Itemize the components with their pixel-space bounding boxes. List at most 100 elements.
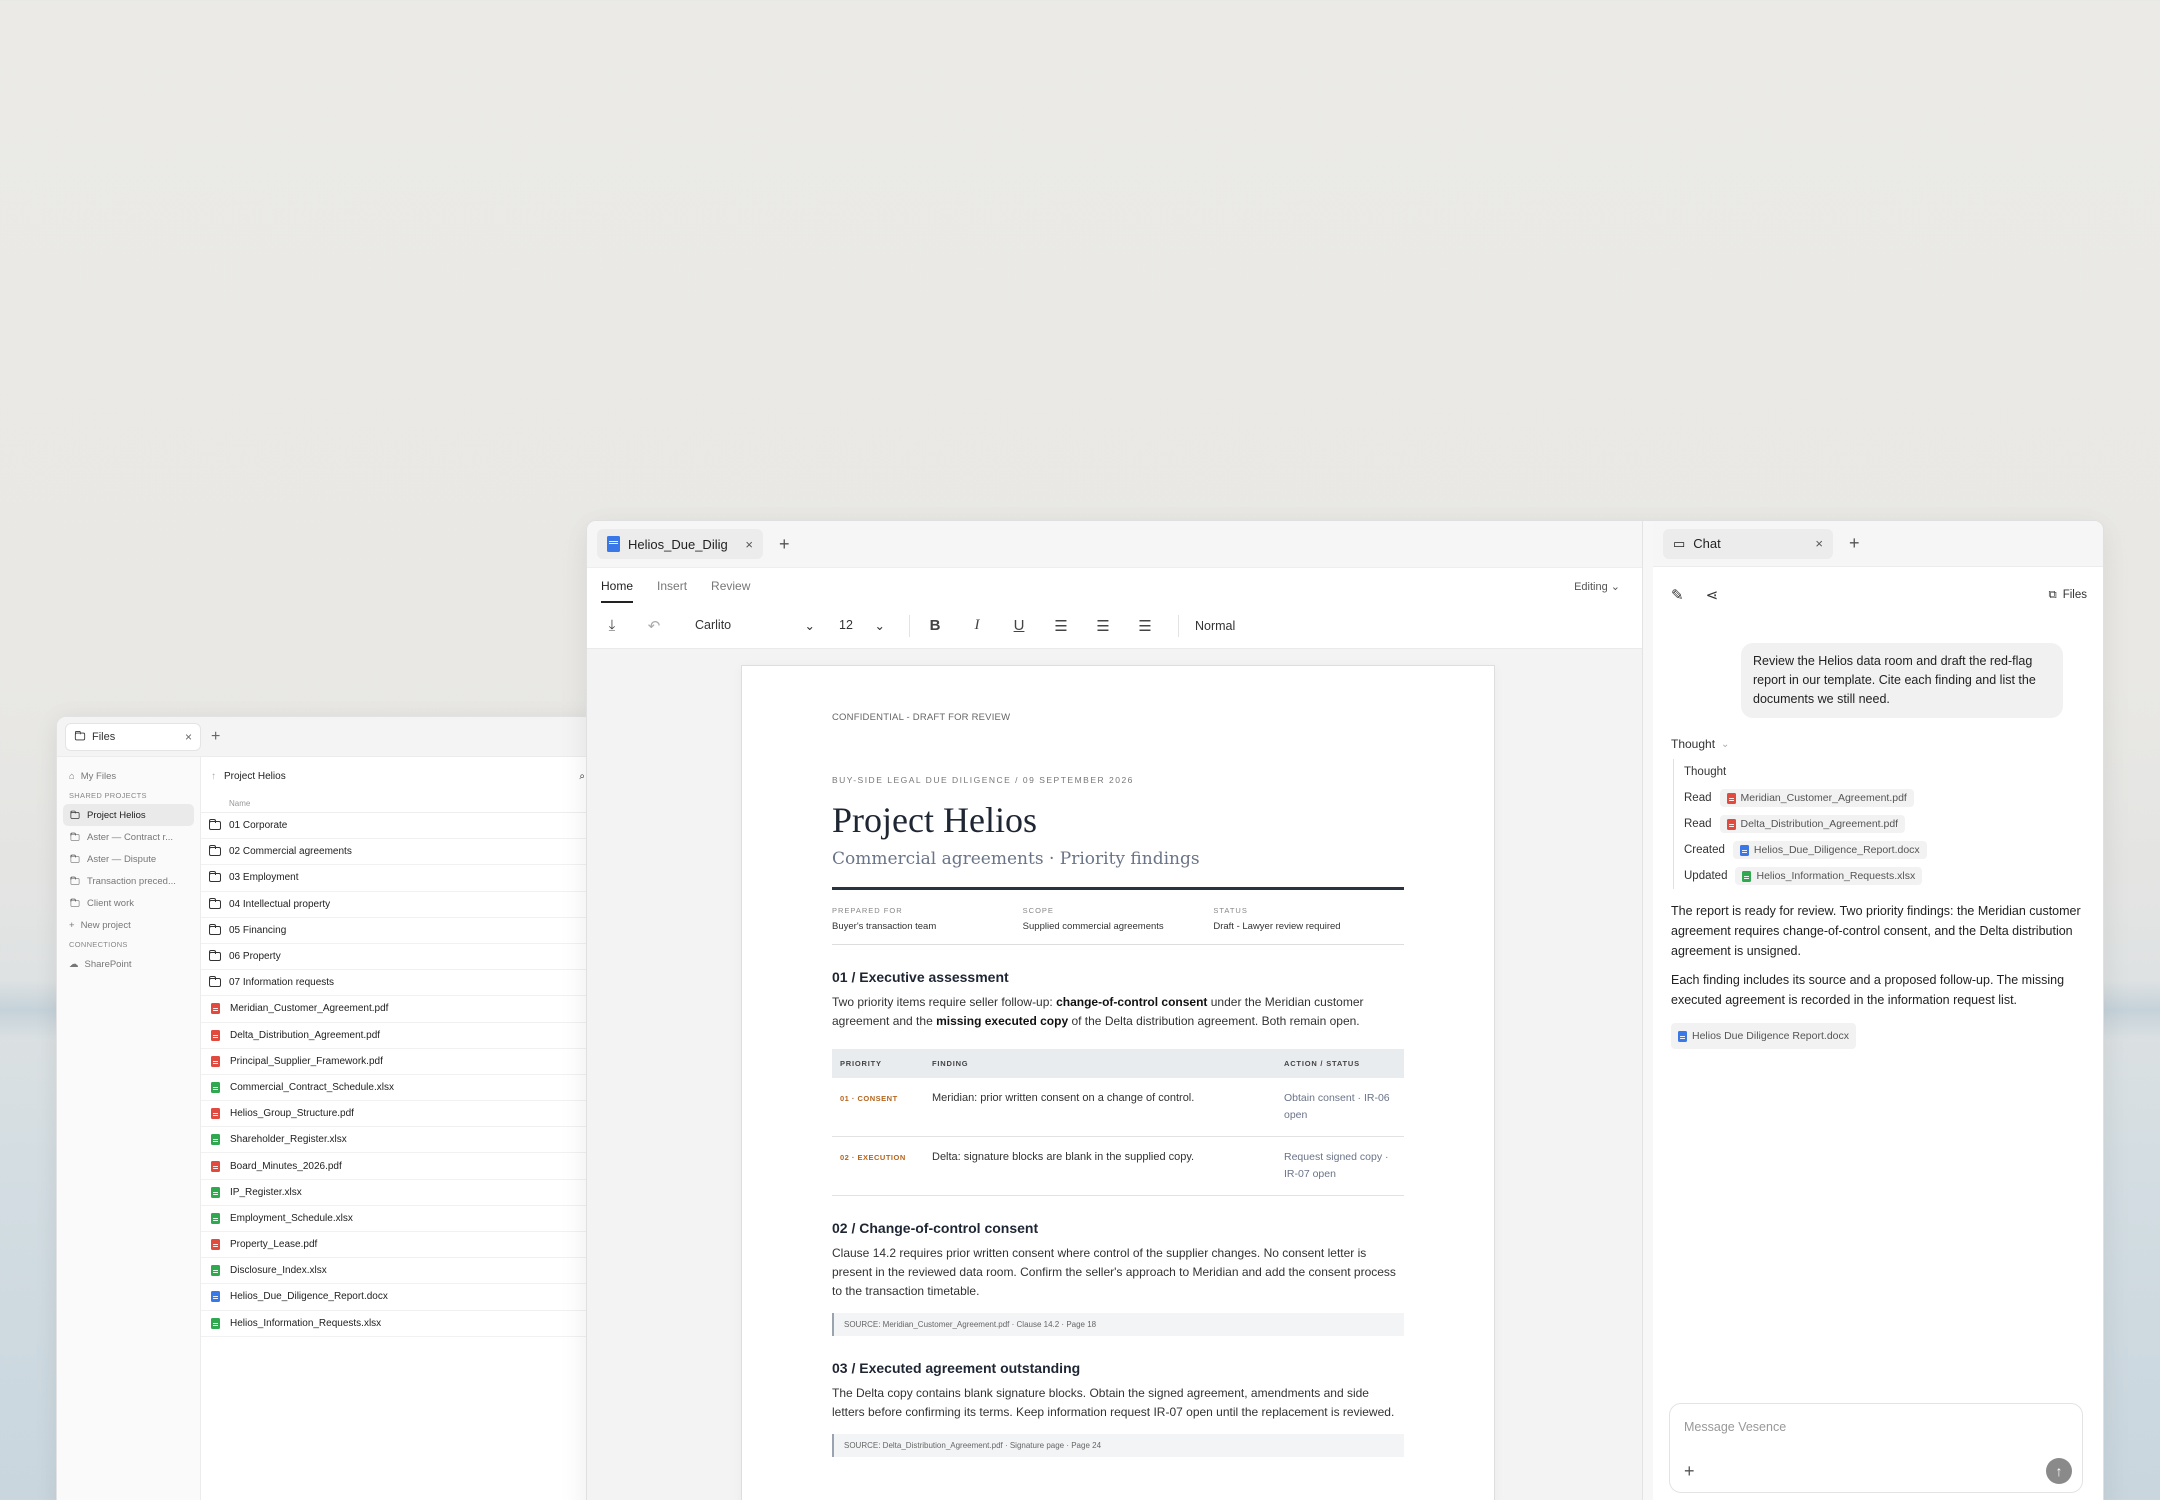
file-list-header: ↑ Project Helios ⌕ — [201, 757, 595, 795]
new-tab-icon[interactable]: + — [1849, 533, 1860, 554]
align-center-icon[interactable]: ☰ — [1094, 617, 1112, 635]
folder-icon — [208, 950, 221, 962]
meta-key: SCOPE — [1022, 906, 1054, 915]
sidebar-item-sharepoint[interactable]: ☁ SharePoint — [63, 953, 194, 975]
close-icon[interactable]: × — [1815, 536, 1823, 551]
align-left-icon[interactable]: ☰ — [1052, 617, 1070, 635]
folder-row[interactable]: 03 Employment — [201, 865, 595, 892]
file-row[interactable]: Commercial_Contract_Schedule.xlsx — [201, 1075, 595, 1102]
file-name: Commercial_Contract_Schedule.xlsx — [230, 1081, 394, 1093]
file-row[interactable]: Principal_Supplier_Framework.pdf — [201, 1049, 595, 1075]
report-subtitle: Commercial agreements · Priority finding… — [832, 849, 1200, 869]
folder-row[interactable]: 06 Property — [201, 944, 595, 971]
document-tab[interactable]: Helios_Due_Diligence_Report.docx × — [597, 529, 763, 559]
folder-icon — [70, 810, 80, 819]
underline-icon[interactable]: U — [1010, 617, 1028, 635]
file-row[interactable]: IP_Register.xlsx — [201, 1180, 595, 1206]
file-row[interactable]: Delta_Distribution_Agreement.pdf — [201, 1023, 595, 1049]
paragraph-style-select[interactable]: Normal — [1195, 619, 1235, 633]
chat-tab[interactable]: ▭ Chat × — [1663, 528, 1833, 559]
file-row[interactable]: Board_Minutes_2026.pdf — [201, 1153, 595, 1180]
undo-icon[interactable]: ↶ — [645, 617, 663, 635]
file-chip[interactable]: Meridian_Customer_Agreement.pdf — [1719, 789, 1914, 807]
file-list: 01 Corporate 02 Commercial agreements 03 E… — [201, 813, 595, 1337]
message-input[interactable]: Message Vesence + ↑ — [1669, 1403, 2083, 1493]
file-chip[interactable]: Helios_Due_Diligence_Report.docx — [1732, 841, 1927, 859]
step-verb: Thought — [1684, 766, 1727, 778]
table-header: PRIORITY — [832, 1049, 924, 1078]
table-row: 02 · EXECUTION Delta: signature blocks a… — [832, 1136, 1404, 1196]
file-list-panel: ↑ Project Helios ⌕ Name 01 Corporate 02 C… — [201, 757, 595, 1500]
share-icon[interactable]: ⋖ — [1706, 586, 1719, 604]
doc-file-icon — [1739, 844, 1749, 856]
agent-step: Thought — [1684, 759, 2091, 785]
chat-tabbar: ▭ Chat × + — [1653, 521, 2103, 567]
file-row[interactable]: Helios_Due_Diligence_Report.docx — [201, 1284, 595, 1311]
tab-review[interactable]: Review — [711, 579, 750, 603]
font-family-select[interactable]: Carlito ⌄ — [695, 618, 815, 633]
file-name: Board_Minutes_2026.pdf — [230, 1160, 342, 1172]
files-tab[interactable]: Files × — [65, 722, 201, 751]
user-message: Review the Helios data room and draft th… — [1741, 643, 2063, 718]
breadcrumb: Project Helios — [224, 770, 286, 782]
italic-icon[interactable]: I — [968, 617, 986, 635]
message-placeholder: Message Vesence — [1684, 1420, 1787, 1434]
mode-dropdown[interactable]: Editing ⌄ — [1574, 580, 1620, 593]
folder-row[interactable]: 01 Corporate — [201, 813, 595, 840]
new-project-button[interactable]: + New project — [63, 914, 194, 936]
file-row[interactable]: Employment_Schedule.xlsx — [201, 1206, 595, 1232]
folder-row[interactable]: 04 Intellectual property — [201, 892, 595, 918]
font-size-select[interactable]: 12 ⌄ — [839, 618, 885, 633]
close-icon[interactable]: × — [745, 537, 753, 552]
file-row[interactable]: Property_Lease.pdf — [201, 1232, 595, 1259]
folder-row[interactable]: 02 Commercial agreements — [201, 839, 595, 866]
download-icon[interactable]: ⤓ — [603, 617, 621, 635]
tab-home[interactable]: Home — [601, 579, 634, 603]
file-chip[interactable]: Helios_Information_Requests.xlsx — [1735, 867, 1923, 885]
document-pane: Helios_Due_Diligence_Report.docx × + Hom… — [587, 521, 1643, 1500]
tab-insert[interactable]: Insert — [657, 579, 687, 603]
folder-row[interactable]: 05 Financing — [201, 918, 595, 944]
search-icon[interactable]: ⌕ — [579, 771, 585, 782]
sidebar-item-project-helios[interactable]: Project Helios — [63, 804, 194, 826]
up-arrow-icon[interactable]: ↑ — [211, 771, 216, 782]
edit-icon[interactable]: ✎ — [1671, 586, 1684, 604]
sidebar-item-client-work[interactable]: Client work — [63, 892, 194, 914]
section-heading: 03 / Executed agreement outstanding — [832, 1360, 1081, 1376]
folder-row[interactable]: 07 Information requests — [201, 970, 595, 997]
folder-icon — [70, 832, 80, 841]
file-name: Helios_Due_Diligence_Report.docx — [230, 1291, 388, 1303]
document-page[interactable]: CONFIDENTIAL - DRAFT FOR REVIEW BUY-SIDE… — [741, 665, 1495, 1500]
sidebar-item-my-files[interactable]: ⌂ My Files — [63, 765, 194, 787]
attach-plus-icon[interactable]: + — [1684, 1461, 1695, 1482]
sidebar-item-aster-contract[interactable]: Aster — Contract r... — [63, 826, 194, 848]
sidebar-item-transaction[interactable]: Transaction preced... — [63, 870, 194, 892]
close-icon[interactable]: × — [185, 730, 192, 744]
file-row[interactable]: Meridian_Customer_Agreement.pdf — [201, 996, 595, 1023]
new-tab-icon[interactable]: + — [779, 534, 790, 555]
send-button[interactable]: ↑ — [2046, 1458, 2072, 1484]
meta-prepared-for: PREPARED FOR Buyer's transaction team — [832, 906, 1023, 932]
mode-label: Editing — [1574, 581, 1608, 593]
meta-value: Draft - Lawyer review required — [1213, 921, 1341, 932]
file-name: Disclosure_Index.xlsx — [230, 1265, 327, 1277]
font-family-value: Carlito — [695, 618, 732, 632]
align-right-icon[interactable]: ☰ — [1136, 617, 1154, 635]
file-row[interactable]: Shareholder_Register.xlsx — [201, 1127, 595, 1154]
sidebar-item-label: Transaction preced... — [87, 875, 176, 887]
file-row[interactable]: Helios_Group_Structure.pdf — [201, 1101, 595, 1128]
attachment-chip[interactable]: Helios Due Diligence Report.docx — [1671, 1023, 1856, 1049]
folder-name: 06 Property — [229, 951, 281, 963]
column-header-name[interactable]: Name — [201, 795, 595, 813]
file-chip[interactable]: Delta_Distribution_Agreement.pdf — [1719, 815, 1906, 833]
thought-toggle[interactable]: Thought ⌄ — [1671, 737, 2091, 751]
new-tab-icon[interactable]: + — [211, 728, 220, 746]
files-button[interactable]: ⧉ Files — [2049, 589, 2088, 602]
file-row[interactable]: Helios_Information_Requests.xlsx — [201, 1311, 595, 1337]
files-button-label: Files — [2062, 589, 2087, 601]
file-row[interactable]: Disclosure_Index.xlsx — [201, 1258, 595, 1285]
sidebar-item-aster-dispute[interactable]: Aster — Dispute — [63, 848, 194, 870]
font-size-value: 12 — [839, 618, 853, 632]
bold-icon[interactable]: B — [926, 617, 944, 635]
file-name: Principal_Supplier_Framework.pdf — [230, 1055, 383, 1067]
